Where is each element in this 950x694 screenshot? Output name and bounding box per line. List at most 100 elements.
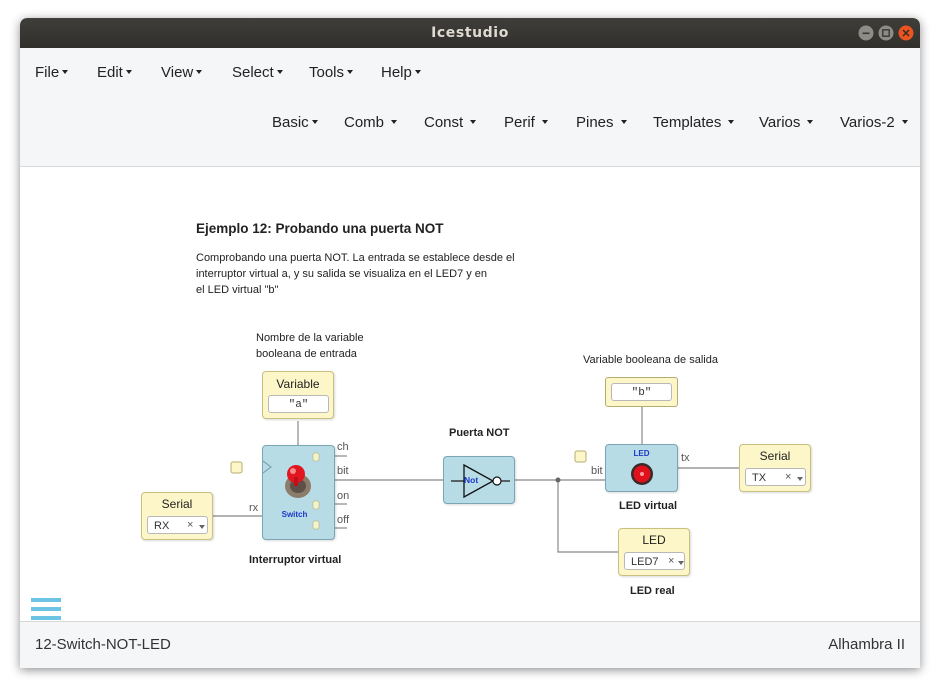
clear-icon[interactable]: × — [785, 471, 791, 483]
project-name: 12-Switch-NOT-LED — [35, 636, 171, 653]
wires-layer — [213, 407, 739, 553]
variable-block-input[interactable]: Variable "a" — [262, 371, 334, 419]
close-button[interactable] — [898, 25, 914, 41]
serial-input-block[interactable]: Serial RX × — [141, 492, 213, 540]
caret-down-icon — [196, 70, 203, 75]
port-on: on — [337, 490, 350, 502]
dropdown-arrow-icon — [797, 477, 803, 481]
caret-down-icon — [807, 120, 814, 125]
led-virtual-name: LED virtual — [619, 500, 678, 512]
menu-tools[interactable]: Tools — [309, 64, 354, 81]
comment-line: booleana de entrada — [256, 348, 357, 360]
led-virtual-block[interactable]: LED — [605, 444, 678, 492]
variable-block-label: Variable — [276, 377, 320, 391]
serial-rx-value: RX — [154, 520, 170, 532]
menu-help[interactable]: Help — [381, 64, 421, 81]
led-real-label: LED — [642, 533, 666, 547]
variable-name-value: "a" — [288, 399, 309, 411]
led-light-icon — [631, 463, 653, 485]
not-gate-block[interactable]: Not — [443, 456, 515, 504]
caret-down-icon — [414, 70, 421, 75]
switch-block[interactable]: Switch — [262, 445, 335, 540]
caret-down-icon — [728, 120, 735, 125]
switch-label: Switch — [281, 510, 308, 519]
example-description: Comprobando una puerta NOT. La entrada s… — [196, 250, 515, 298]
output-variable-value: "b" — [631, 387, 652, 399]
output-variable-field[interactable]: "b" — [611, 383, 672, 401]
menu-file[interactable]: File — [35, 64, 69, 81]
variable-name-field[interactable]: "a" — [268, 395, 329, 413]
title-bar[interactable]: Icestudio — [20, 18, 920, 48]
caret-down-icon — [620, 120, 627, 125]
clear-icon[interactable]: × — [668, 555, 674, 567]
toggle-switch-icon — [285, 452, 320, 530]
caret-down-icon — [311, 120, 318, 125]
port-rx: rx — [249, 502, 259, 514]
input-comment: Nombre de la variable booleana de entrad… — [256, 330, 364, 362]
caret-down-icon — [391, 120, 398, 125]
not-gate-icon — [451, 463, 510, 499]
caret-down-icon — [276, 70, 283, 75]
menu-view[interactable]: View — [161, 64, 203, 81]
led-real-name: LED real — [630, 585, 675, 597]
serial-rx-select[interactable]: RX × — [147, 516, 208, 534]
port-led-bit: bit — [591, 465, 603, 477]
app-window: Icestudio File Edit View Select Tools He… — [20, 18, 920, 668]
menu-select[interactable]: Select — [232, 64, 283, 81]
port-ch: ch — [337, 441, 349, 453]
window-title: Icestudio — [431, 25, 509, 41]
dropdown-arrow-icon — [199, 525, 205, 529]
caret-down-icon — [62, 70, 69, 75]
menu-edit[interactable]: Edit — [97, 64, 132, 81]
collection-basic[interactable]: Basic — [272, 114, 318, 131]
not-gate-label: Not — [464, 475, 479, 485]
dropdown-arrow-icon — [678, 561, 684, 565]
collection-templates[interactable]: Templates — [653, 114, 735, 131]
serial-input-label: Serial — [161, 497, 193, 511]
description-line: interruptor virtual a, y su salida se vi… — [196, 268, 488, 280]
minimize-button[interactable] — [858, 25, 874, 41]
maximize-button[interactable] — [878, 25, 894, 41]
led7-value: LED7 — [631, 556, 659, 568]
caret-down-icon — [470, 120, 477, 125]
serial-output-block[interactable]: Serial TX × — [739, 444, 811, 492]
comment-line: Nombre de la variable — [256, 332, 364, 344]
clear-icon[interactable]: × — [187, 519, 193, 531]
collection-perif[interactable]: Perif — [504, 114, 548, 131]
description-line: Comprobando una puerta NOT. La entrada s… — [196, 252, 515, 264]
serial-output-label: Serial — [759, 449, 791, 463]
menu-bar: File Edit View Select Tools Help Basic C… — [20, 48, 920, 167]
serial-tx-value: TX — [752, 472, 767, 484]
port-bit: bit — [337, 465, 349, 477]
variable-block-output[interactable]: "b" — [605, 377, 678, 407]
board-name[interactable]: Alhambra II — [828, 636, 905, 653]
led7-select[interactable]: LED7 × — [624, 552, 685, 570]
hamburger-menu-icon[interactable] — [30, 596, 62, 621]
clock-input-icon — [230, 460, 272, 474]
led-real-block[interactable]: LED LED7 × — [618, 528, 690, 576]
close-icon — [898, 25, 914, 41]
collection-varios[interactable]: Varios — [759, 114, 814, 131]
caret-down-icon — [901, 120, 908, 125]
maximize-icon — [878, 25, 894, 41]
not-block-title: Puerta NOT — [449, 427, 510, 439]
example-heading: Ejemplo 12: Probando una puerta NOT — [196, 221, 444, 236]
collection-pines[interactable]: Pines — [576, 114, 627, 131]
port-led-tx: tx — [681, 452, 690, 464]
wire-junction — [555, 477, 561, 483]
status-bar: 12-Switch-NOT-LED Alhambra II — [20, 621, 920, 668]
caret-down-icon — [541, 120, 548, 125]
collection-comb[interactable]: Comb — [344, 114, 398, 131]
description-line: el LED virtual "b" — [196, 284, 279, 296]
caret-down-icon — [125, 70, 132, 75]
collection-varios-2[interactable]: Varios-2 — [840, 114, 908, 131]
switch-block-name: Interruptor virtual — [249, 554, 342, 566]
minimize-icon — [858, 25, 874, 41]
led-virtual-label: LED — [633, 449, 650, 458]
caret-down-icon — [347, 70, 354, 75]
output-comment: Variable booleana de salida — [583, 354, 718, 366]
port-off: off — [337, 514, 350, 526]
design-canvas[interactable]: Ejemplo 12: Probando una puerta NOT Comp… — [20, 167, 920, 621]
collection-const[interactable]: Const — [424, 114, 477, 131]
serial-tx-select[interactable]: TX × — [745, 468, 806, 486]
